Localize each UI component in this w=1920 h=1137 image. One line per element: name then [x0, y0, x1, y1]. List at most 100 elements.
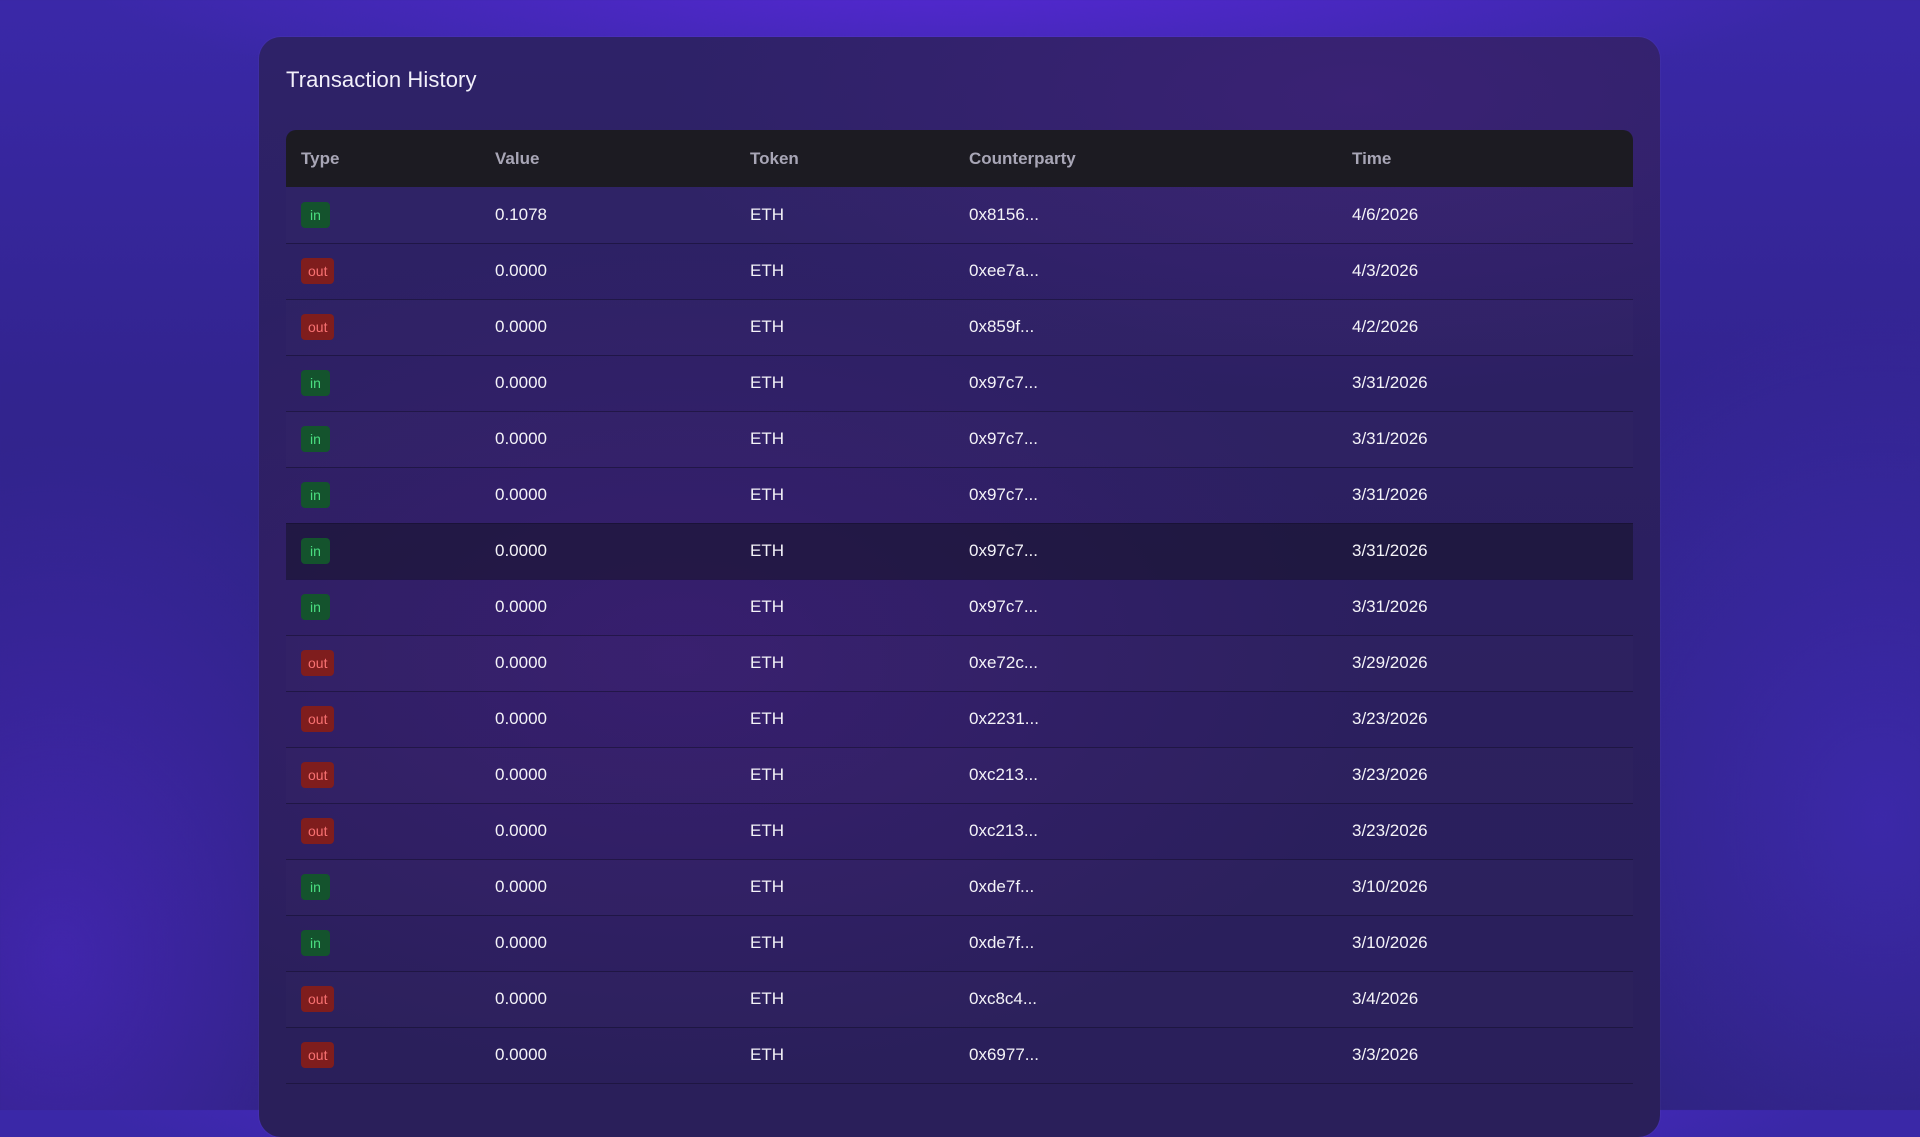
cell-counterparty: 0x97c7... — [969, 373, 1038, 392]
cell-value: 0.0000 — [495, 821, 547, 840]
table-body: in 0.1078 ETH 0x8156... 4/6/2026 out 0.0000 ETH… — [286, 187, 1633, 1083]
cell-type: in — [286, 467, 480, 523]
cell-token: ETH — [750, 541, 784, 560]
cell-counterparty: 0x859f... — [969, 317, 1035, 336]
cell-counterparty: 0x97c7... — [969, 597, 1038, 616]
cell-type: in — [286, 523, 480, 579]
cell-value: 0.0000 — [495, 261, 547, 280]
cell-token: ETH — [750, 709, 784, 728]
cell-counterparty: 0x2231... — [969, 709, 1039, 728]
cell-time: 3/23/2026 — [1352, 709, 1428, 728]
type-badge-in: in — [301, 201, 330, 228]
cell-token: ETH — [750, 261, 784, 280]
cell-token: ETH — [750, 877, 784, 896]
cell-time: 3/10/2026 — [1352, 933, 1428, 952]
type-badge-in: in — [301, 594, 330, 620]
cell-value: 0.0000 — [495, 989, 547, 1008]
cell-token: ETH — [750, 429, 784, 448]
cell-counterparty: 0xc8c4... — [969, 989, 1038, 1008]
cell-counterparty: 0xc213... — [969, 821, 1038, 840]
transactions-table: Type Value Token Counterparty Time in 0.1… — [286, 130, 1633, 1084]
type-badge-in: in — [301, 930, 330, 956]
cell-token: ETH — [750, 204, 784, 224]
cell-time: 3/31/2026 — [1352, 429, 1428, 448]
cell-time: 3/3/2026 — [1352, 1045, 1419, 1064]
table-row[interactable]: in 0.0000 ETH 0x97c7... 3/31/2026 — [286, 579, 1633, 635]
cell-time: 4/3/2026 — [1352, 261, 1419, 280]
table-row[interactable]: in 0.0000 ETH 0x97c7... 3/31/2026 — [286, 355, 1633, 411]
column-header-time: Time — [1352, 148, 1392, 168]
type-badge-out: out — [301, 706, 335, 732]
cell-time: 3/31/2026 — [1352, 597, 1428, 616]
cell-token: ETH — [750, 765, 784, 784]
transaction-history-card: Transaction History Type Value Token Cou… — [259, 37, 1660, 1137]
cell-type: in — [286, 411, 480, 467]
cell-value: 0.0000 — [495, 485, 547, 504]
cell-token: ETH — [750, 485, 784, 504]
cell-value: 0.0000 — [495, 933, 547, 952]
table-row[interactable]: out 0.0000 ETH 0xee7a... 4/3/2026 — [286, 243, 1633, 299]
type-badge-out: out — [301, 1042, 335, 1068]
type-badge-out: out — [301, 762, 335, 788]
type-badge-out: out — [301, 818, 335, 844]
cell-time: 3/23/2026 — [1352, 821, 1428, 840]
cell-type: in — [286, 915, 480, 971]
table-row[interactable]: out 0.0000 ETH 0xc8c4... 3/4/2026 — [286, 971, 1633, 1027]
table-row[interactable]: out 0.0000 ETH 0xc213... 3/23/2026 — [286, 747, 1633, 803]
table-row[interactable]: out 0.0000 ETH 0xe72c... 3/29/2026 — [286, 635, 1633, 691]
cell-token: ETH — [750, 989, 784, 1008]
cell-time: 4/6/2026 — [1352, 204, 1419, 224]
type-badge-in: in — [301, 426, 330, 452]
cell-value: 0.0000 — [495, 877, 547, 896]
cell-time: 3/4/2026 — [1352, 989, 1419, 1008]
cell-counterparty: 0xee7a... — [969, 261, 1039, 280]
table-row[interactable]: out 0.0000 ETH 0x6977... 3/3/2026 — [286, 1027, 1633, 1083]
table-row[interactable]: in 0.0000 ETH 0x97c7... 3/31/2026 — [286, 411, 1633, 467]
cell-value: 0.0000 — [495, 653, 547, 672]
cell-counterparty: 0x97c7... — [969, 485, 1038, 504]
cell-value: 0.1078 — [495, 204, 547, 224]
table-row[interactable]: in 0.1078 ETH 0x8156... 4/6/2026 — [286, 187, 1633, 243]
table-row[interactable]: in 0.0000 ETH 0xde7f... 3/10/2026 — [286, 915, 1633, 971]
cell-value: 0.0000 — [495, 317, 547, 336]
column-header-value: Value — [495, 148, 540, 168]
cell-token: ETH — [750, 933, 784, 952]
cell-time: 4/2/2026 — [1352, 317, 1419, 336]
table-row[interactable]: out 0.0000 ETH 0xc213... 3/23/2026 — [286, 803, 1633, 859]
cell-value: 0.0000 — [495, 429, 547, 448]
cell-time: 3/31/2026 — [1352, 373, 1428, 392]
cell-type: out — [286, 243, 480, 299]
cell-counterparty: 0x97c7... — [969, 541, 1038, 560]
table-header-row: Type Value Token Counterparty Time — [286, 130, 1633, 187]
cell-value: 0.0000 — [495, 1045, 547, 1064]
cell-counterparty: 0xde7f... — [969, 877, 1035, 896]
cell-type: in — [286, 355, 480, 411]
cell-token: ETH — [750, 317, 784, 336]
type-badge-in: in — [301, 370, 330, 396]
type-badge-out: out — [301, 258, 335, 284]
cell-counterparty: 0xde7f... — [969, 933, 1035, 952]
cell-counterparty: 0x6977... — [969, 1045, 1039, 1064]
cell-type: out — [286, 635, 480, 691]
type-badge-out: out — [301, 650, 335, 676]
cell-time: 3/31/2026 — [1352, 485, 1428, 504]
table-row[interactable]: in 0.0000 ETH 0xde7f... 3/10/2026 — [286, 859, 1633, 915]
cell-counterparty: 0xc213... — [969, 765, 1038, 784]
card-title: Transaction History — [286, 67, 477, 92]
cell-value: 0.0000 — [495, 765, 547, 784]
cell-token: ETH — [750, 653, 784, 672]
cell-counterparty: 0xe72c... — [969, 653, 1038, 672]
table-row[interactable]: in 0.0000 ETH 0x97c7... 3/31/2026 — [286, 467, 1633, 523]
cell-value: 0.0000 — [495, 597, 547, 616]
table-row[interactable]: out 0.0000 ETH 0x859f... 4/2/2026 — [286, 299, 1633, 355]
cell-type: out — [286, 299, 480, 355]
type-badge-in: in — [301, 482, 330, 508]
cell-token: ETH — [750, 1045, 784, 1064]
table-row[interactable]: out 0.0000 ETH 0x2231... 3/23/2026 — [286, 691, 1633, 747]
table-row[interactable]: in 0.0000 ETH 0x97c7... 3/31/2026 — [286, 523, 1633, 579]
cell-time: 3/10/2026 — [1352, 877, 1428, 896]
column-header-token: Token — [750, 148, 799, 168]
cell-time: 3/29/2026 — [1352, 653, 1428, 672]
column-header-type: Type — [301, 148, 340, 168]
type-badge-in: in — [301, 874, 330, 900]
